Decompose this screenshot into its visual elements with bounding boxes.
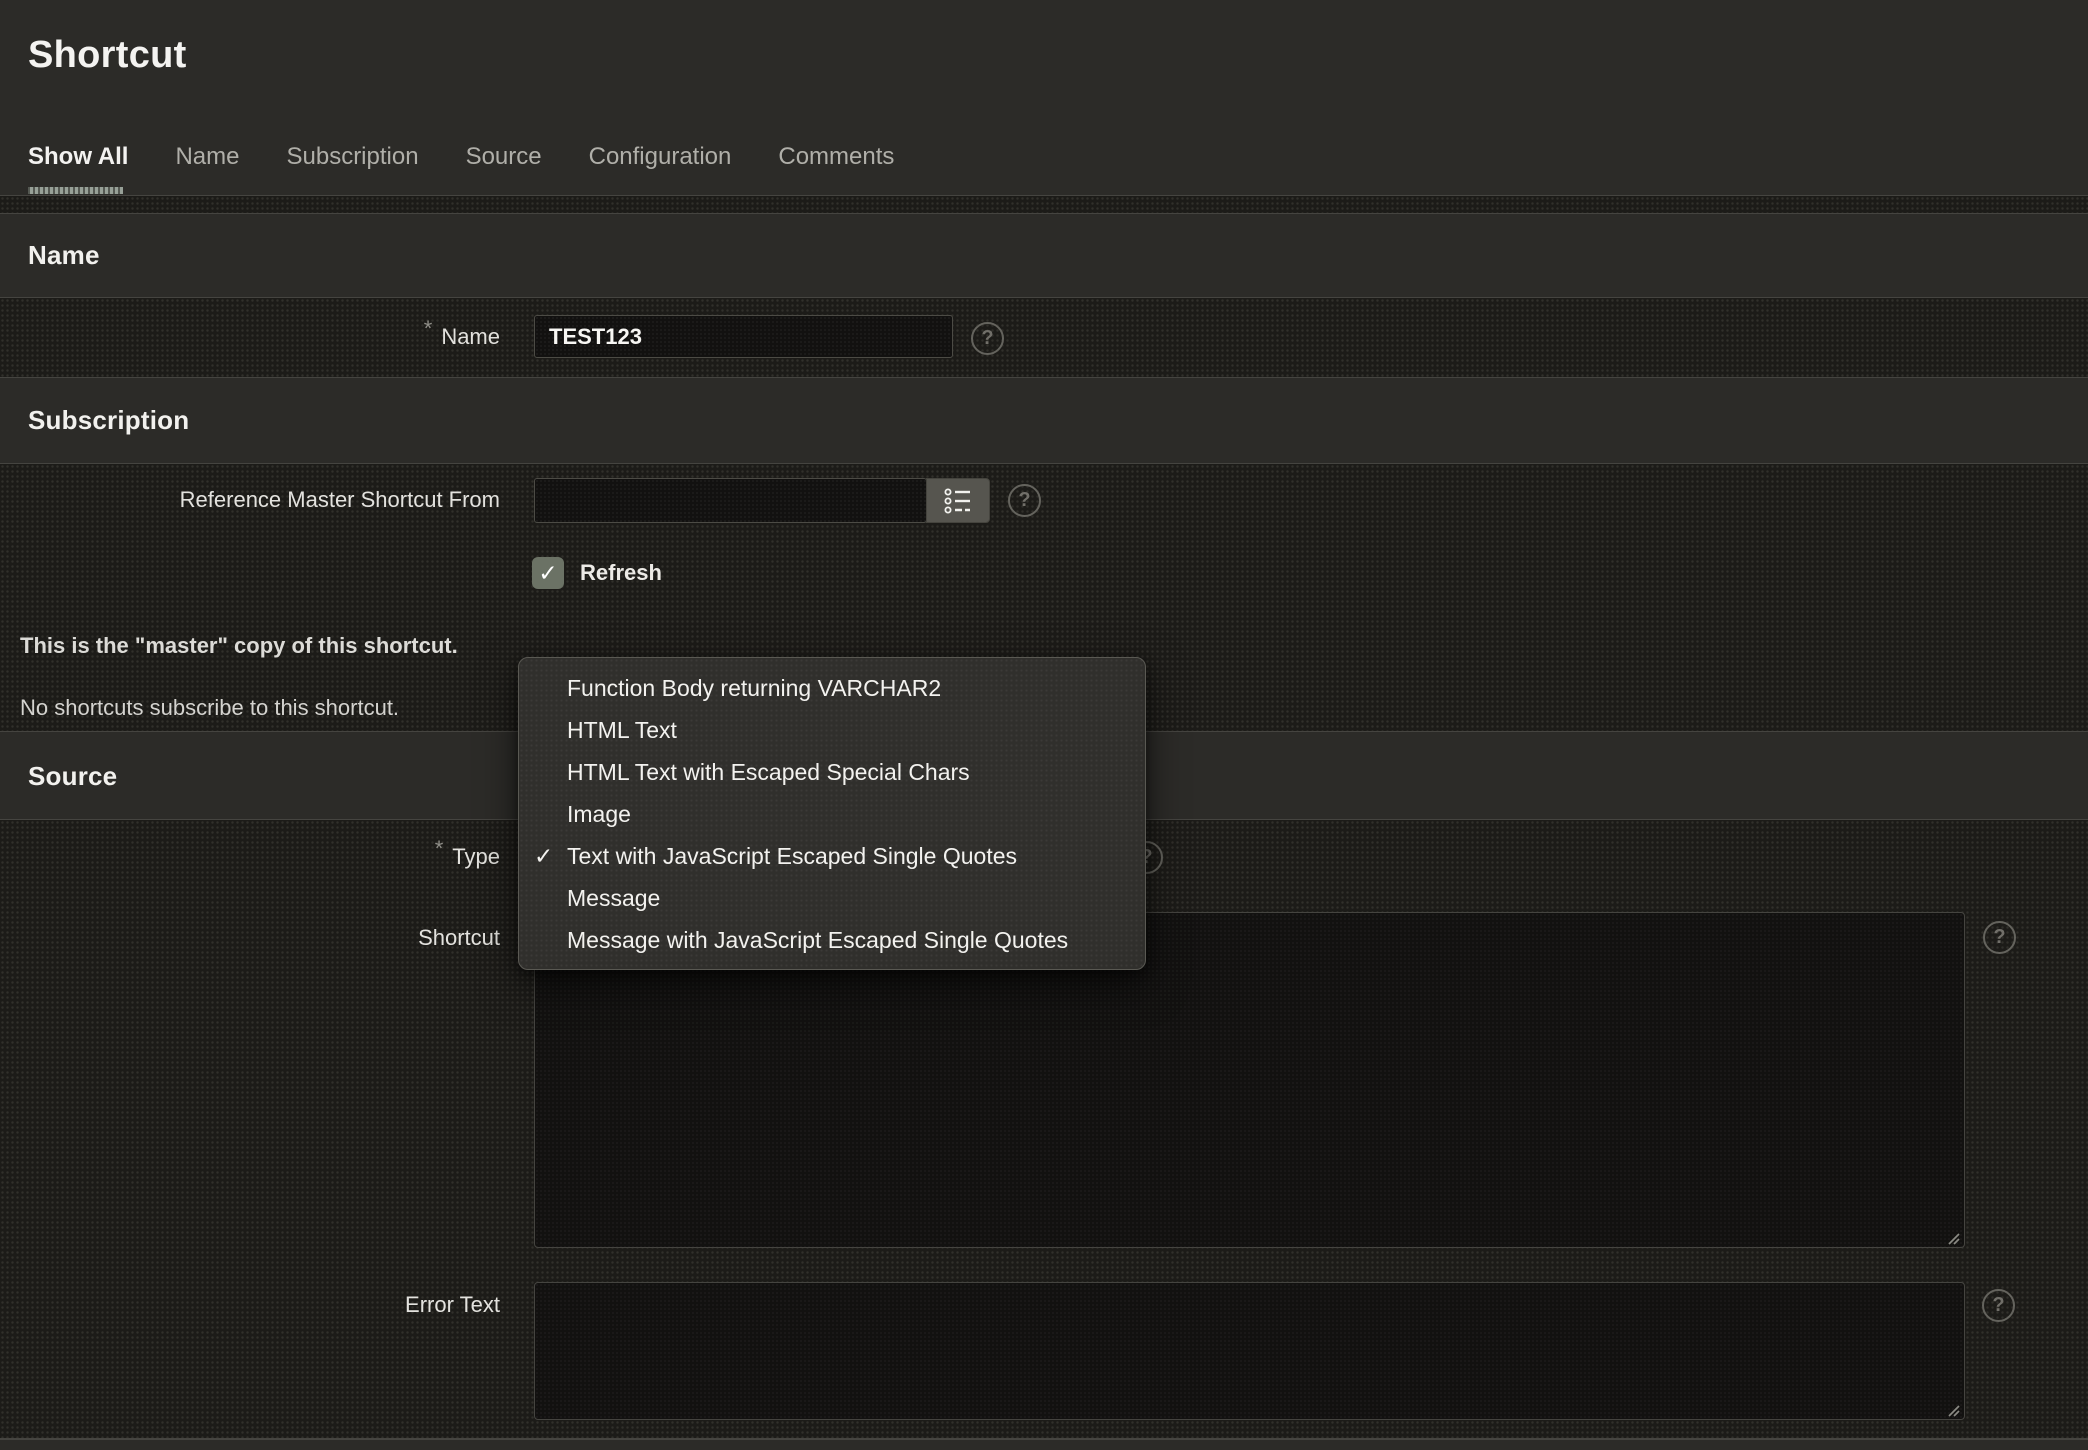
refresh-checkbox[interactable]: ✓ bbox=[532, 557, 564, 589]
menu-item[interactable]: HTML Text bbox=[519, 709, 1145, 751]
name-help-icon[interactable]: ? bbox=[971, 322, 1004, 355]
menu-item[interactable]: Message bbox=[519, 877, 1145, 919]
no-subscribers-note: No shortcuts subscribe to this shortcut. bbox=[20, 695, 399, 721]
error-text-help-icon[interactable]: ? bbox=[1982, 1289, 2015, 1322]
resize-handle-icon[interactable] bbox=[1943, 1228, 1961, 1246]
required-icon: * bbox=[435, 836, 444, 861]
menu-item[interactable]: Image bbox=[519, 793, 1145, 835]
selected-check-icon: ✓ bbox=[534, 835, 553, 877]
name-section-header: Name bbox=[0, 214, 2088, 297]
subscription-section-header: Subscription bbox=[0, 378, 2088, 463]
tab-subscription[interactable]: Subscription bbox=[286, 143, 418, 171]
type-select-menu: Function Body returning VARCHAR2 HTML Te… bbox=[518, 657, 1146, 970]
list-of-values-icon bbox=[943, 488, 973, 514]
tab-show-all[interactable]: Show All bbox=[28, 143, 128, 171]
tab-bar: Show All Name Subscription Source Config… bbox=[28, 143, 894, 171]
source-section-title: Source bbox=[28, 761, 117, 791]
shortcut-edit-page: Shortcut Show All Name Subscription Sour… bbox=[0, 0, 2088, 1450]
page-title: Shortcut bbox=[28, 33, 187, 77]
resize-handle-icon[interactable] bbox=[1943, 1400, 1961, 1418]
refresh-checkbox-label: Refresh bbox=[580, 560, 662, 586]
name-input[interactable] bbox=[534, 315, 953, 358]
tab-source[interactable]: Source bbox=[466, 143, 542, 171]
menu-item[interactable]: HTML Text with Escaped Special Chars bbox=[519, 751, 1145, 793]
subscription-section-title: Subscription bbox=[28, 405, 189, 435]
name-section-title: Name bbox=[28, 240, 100, 270]
active-tab-indicator bbox=[28, 187, 123, 194]
error-text-textarea[interactable] bbox=[534, 1282, 1965, 1420]
tab-comments[interactable]: Comments bbox=[778, 143, 894, 171]
error-text-field-label: Error Text bbox=[0, 1292, 500, 1318]
reference-master-help-icon[interactable]: ? bbox=[1008, 484, 1041, 517]
type-field-label: *Type bbox=[0, 844, 500, 870]
bottom-strip bbox=[0, 1439, 2088, 1450]
lov-picker-button[interactable] bbox=[926, 478, 990, 523]
name-field-row: *Name ? bbox=[0, 297, 2088, 378]
name-field-label: *Name bbox=[0, 324, 500, 350]
tab-configuration[interactable]: Configuration bbox=[589, 143, 732, 171]
required-icon: * bbox=[424, 316, 433, 341]
menu-item[interactable]: Message with JavaScript Escaped Single Q… bbox=[519, 919, 1145, 961]
checkmark-icon: ✓ bbox=[538, 560, 557, 587]
shortcut-field-label: Shortcut bbox=[0, 925, 500, 951]
master-copy-note: This is the "master" copy of this shortc… bbox=[20, 633, 458, 659]
tab-divider-strip bbox=[0, 195, 2088, 214]
menu-item[interactable]: Function Body returning VARCHAR2 bbox=[519, 667, 1145, 709]
menu-item-selected[interactable]: ✓Text with JavaScript Escaped Single Quo… bbox=[519, 835, 1145, 877]
reference-master-label: Reference Master Shortcut From bbox=[0, 487, 500, 513]
reference-master-input[interactable] bbox=[534, 478, 927, 523]
tab-name[interactable]: Name bbox=[175, 143, 239, 171]
shortcut-help-icon[interactable]: ? bbox=[1983, 921, 2016, 954]
